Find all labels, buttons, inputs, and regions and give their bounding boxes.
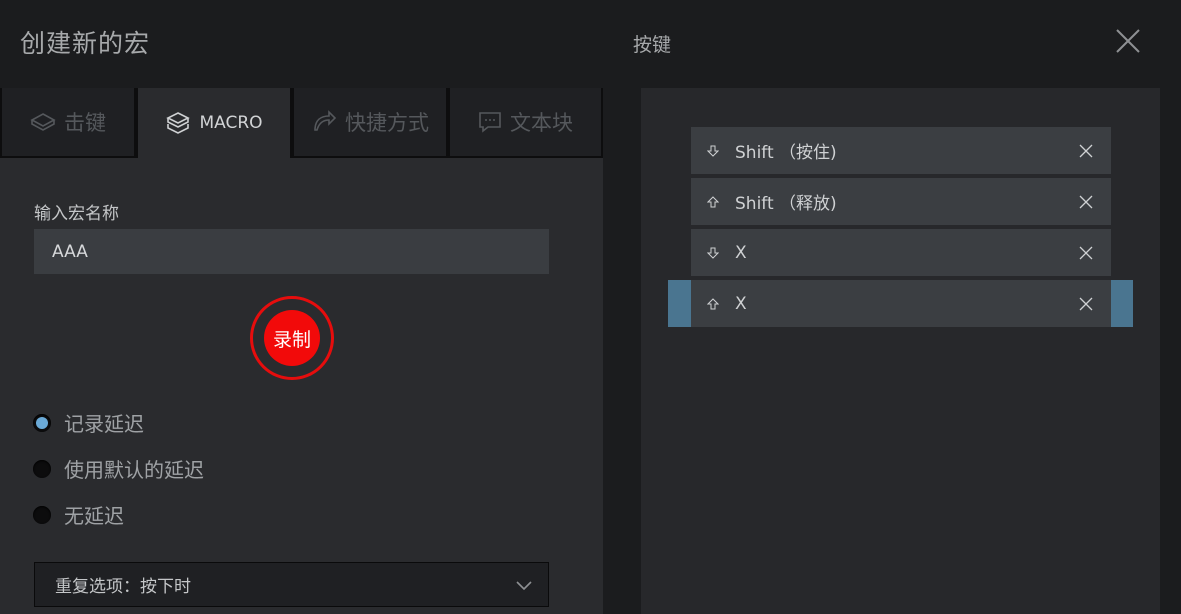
tab-shortcut-label: 快捷方式 — [345, 111, 429, 135]
close-icon — [1079, 144, 1093, 157]
text-block-icon — [479, 112, 501, 133]
radio-no-delay-label: 无延迟 — [64, 504, 124, 528]
key-row-label: Shift （释放) — [735, 194, 837, 214]
remove-key-button[interactable] — [1061, 195, 1111, 209]
record-button-label: 录制 — [264, 310, 320, 366]
repeat-options-dropdown[interactable]: 重复选项：按下时 — [34, 562, 549, 607]
close-icon — [1079, 246, 1093, 259]
key-row[interactable]: X — [691, 229, 1111, 276]
chevron-down-icon — [516, 580, 532, 590]
radio-record-delay[interactable]: 记录延迟 — [33, 408, 144, 437]
key-down-icon — [691, 145, 735, 157]
remove-key-button[interactable] — [1061, 297, 1111, 311]
tab-text-block-label: 文本块 — [510, 111, 573, 135]
tab-shortcut[interactable]: 快捷方式 — [292, 88, 448, 158]
window-title: 创建新的宏 — [20, 29, 151, 58]
radio-no-delay[interactable]: 无延迟 — [33, 500, 124, 529]
tab-text-block[interactable]: 文本块 — [448, 88, 603, 158]
close-button[interactable] — [1112, 25, 1144, 57]
remove-key-button[interactable] — [1061, 144, 1111, 158]
macro-icon — [166, 112, 191, 134]
radio-unselected-icon — [33, 459, 51, 478]
macro-editor-window: 创建新的宏 按键 击键 MACRO 快捷方式 文本块 输入宏名称 AAA 录制 … — [0, 0, 1181, 614]
tab-keystroke-label: 击键 — [64, 111, 106, 135]
key-row[interactable]: Shift （释放) — [691, 178, 1111, 225]
key-row[interactable]: Shift （按住) — [691, 127, 1111, 174]
key-up-icon — [691, 195, 735, 208]
close-icon — [1079, 297, 1093, 310]
radio-record-delay-label: 记录延迟 — [64, 412, 144, 436]
key-row-label: X — [735, 293, 747, 314]
tab-keystroke[interactable]: 击键 — [0, 88, 136, 158]
record-button[interactable]: 录制 — [250, 296, 334, 380]
macro-type-tabs: 击键 MACRO 快捷方式 文本块 — [0, 88, 603, 158]
tab-macro[interactable]: MACRO — [136, 88, 292, 158]
macro-name-label: 输入宏名称 — [34, 204, 119, 224]
remove-key-button[interactable] — [1061, 246, 1111, 260]
macro-settings-panel: 击键 MACRO 快捷方式 文本块 输入宏名称 AAA 录制 记录延迟 使用默认… — [0, 88, 603, 614]
key-down-icon — [691, 247, 735, 259]
keys-panel-title: 按键 — [633, 34, 672, 56]
key-row-label: Shift （按住) — [735, 143, 837, 163]
close-icon — [1116, 29, 1140, 53]
key-row-label: X — [735, 242, 747, 263]
radio-unselected-icon — [33, 505, 51, 524]
macro-name-input[interactable] — [34, 229, 549, 274]
radio-default-delay[interactable]: 使用默认的延迟 — [33, 454, 204, 483]
key-sequence-panel: Shift （按住) Shift （释放) X X — [641, 88, 1160, 614]
key-row-selected[interactable]: X — [691, 280, 1111, 327]
key-up-icon — [691, 297, 735, 310]
repeat-options-value: 重复选项：按下时 — [55, 577, 191, 597]
keystroke-icon — [30, 113, 56, 131]
radio-default-delay-label: 使用默认的延迟 — [64, 458, 204, 482]
radio-selected-icon — [33, 413, 51, 432]
shortcut-icon — [314, 110, 337, 131]
close-icon — [1079, 195, 1093, 208]
tab-macro-label: MACRO — [199, 113, 263, 133]
